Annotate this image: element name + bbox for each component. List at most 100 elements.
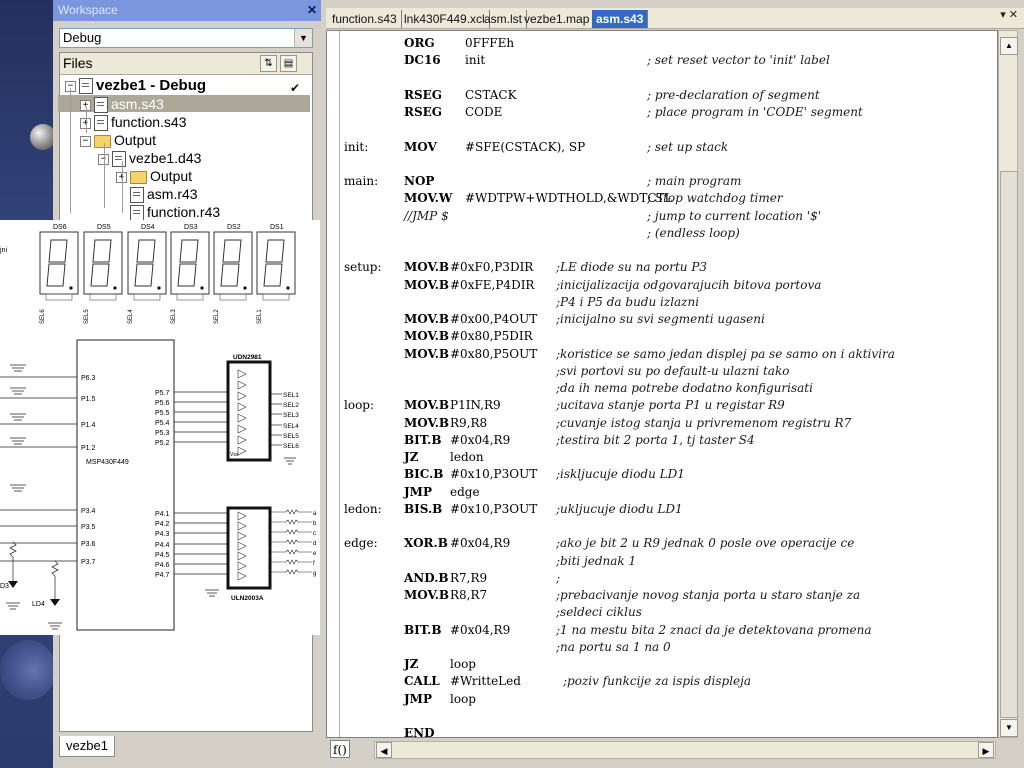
editor-window: function.s43 lnk430F449.xcl asm.lst vezb…	[326, 0, 1024, 768]
code-comment: ;da ih nema potrebe dodatno konfigurisat…	[556, 381, 813, 395]
tab-function-s43[interactable]: function.s43	[328, 10, 402, 28]
sel-output-label: SEL5	[283, 433, 299, 440]
segment-output-label: b	[313, 521, 317, 527]
code-editor[interactable]: ORG 0FFFEh DC16 init ; set reset vector to '…	[326, 30, 998, 738]
close-icon[interactable]: ✕	[307, 0, 317, 21]
led-label: LD4	[32, 601, 45, 608]
sel-output-label: SEL4	[283, 423, 299, 430]
scroll-down-icon[interactable]: ▼	[1000, 719, 1018, 737]
code-mnemonic: END	[404, 726, 435, 738]
mcu-label: MSP430F449	[86, 459, 129, 466]
tree-item-label: asm.r43	[147, 186, 198, 202]
function-navigator-button[interactable]: f()	[330, 740, 350, 758]
code-comment: ; (endless loop)	[647, 226, 740, 240]
code-operand: ledon	[450, 450, 484, 464]
vertical-scroll-thumb[interactable]	[1000, 171, 1018, 718]
code-comment: ;	[556, 571, 561, 585]
tree-connector-line	[122, 161, 123, 213]
files-header-label: Files	[63, 55, 93, 71]
file-icon	[94, 115, 108, 132]
sel-output-label: SEL6	[283, 443, 299, 450]
code-comment: ;testira bit 2 porta 1, tj taster S4	[556, 433, 755, 447]
sort-icon[interactable]: ⇅	[260, 55, 277, 72]
seven-segment-display	[213, 231, 253, 295]
code-comment: ;prebacivanje novog stanja porta u staro…	[556, 588, 861, 602]
options-icon[interactable]: ▤	[280, 55, 297, 72]
seven-segment-display	[256, 231, 296, 295]
code-label: init:	[344, 140, 369, 154]
code-mnemonic: JZ	[404, 657, 419, 671]
digit-label: DS5	[97, 224, 111, 231]
sel-label: SEL5	[84, 309, 90, 324]
workspace-titlebar: Workspace ✕	[53, 0, 321, 21]
configuration-select[interactable]: Debug ▼	[59, 28, 313, 48]
pin-label: P3.7	[81, 559, 96, 566]
pin-label: P4.2	[155, 521, 170, 528]
tree-item-label: vezbe1 - Debug	[96, 77, 207, 94]
tree-file-vezbe1-d43[interactable]: −vezbe1.d43	[98, 149, 201, 168]
ground-symbol	[10, 437, 26, 445]
tab-lnk430f449-xcl[interactable]: lnk430F449.xcl	[400, 10, 490, 28]
code-operand: R8,R7	[450, 588, 488, 602]
code-mnemonic: ORG	[404, 36, 435, 50]
file-icon	[130, 187, 144, 204]
tree-file-asm-r43[interactable]: asm.r43	[116, 185, 198, 204]
code-mnemonic: MOV.B	[404, 398, 450, 412]
code-mnemonic: MOV	[404, 140, 437, 154]
code-operand: #0x04,R9	[450, 536, 511, 550]
code-operand: loop	[450, 657, 476, 671]
led-d3	[8, 581, 18, 588]
tree-file-function-r43[interactable]: function.r43	[116, 203, 220, 222]
ground-symbol	[10, 364, 26, 372]
tree-project-vezbe1-debug[interactable]: − vezbe1 - Debug	[65, 76, 207, 95]
seven-segment-display	[39, 231, 79, 295]
file-icon	[94, 97, 108, 114]
pin-label: P4.3	[155, 531, 170, 538]
tree-folder-output-sub[interactable]: +Output	[116, 167, 192, 185]
vertical-scrollbar[interactable]: ▲ ▼	[998, 30, 1018, 738]
code-operand: P1IN,R9	[450, 398, 501, 412]
code-mnemonic: JZ	[404, 450, 419, 464]
ground-symbol	[10, 387, 26, 395]
pin-strip	[133, 293, 161, 301]
sel-label: SEL1	[257, 309, 263, 324]
code-mnemonic: MOV.W	[404, 191, 453, 205]
schematic-side-label: jni	[0, 247, 7, 254]
tree-folder-output[interactable]: − Output	[80, 131, 156, 149]
segment-output-label: g	[313, 571, 316, 577]
code-mnemonic: BIC.B	[404, 467, 444, 481]
pin-label: P1.5	[81, 396, 96, 403]
collapse-icon[interactable]: −	[80, 135, 91, 147]
tree-file-function-s43[interactable]: +function.s43	[80, 113, 187, 132]
workspace-tab-vezbe1[interactable]: vezbe1	[59, 736, 115, 757]
pin-label: P5.2	[155, 440, 170, 447]
code-mnemonic: NOP	[404, 174, 435, 188]
pin-label: P3.4	[81, 508, 96, 515]
file-icon	[112, 151, 126, 168]
tree-file-asm-s43[interactable]: + asm.s43	[80, 95, 164, 114]
code-mnemonic: JMP	[404, 692, 432, 706]
sel-label: SEL6	[40, 309, 46, 324]
tab-asm-s43[interactable]: asm.s43	[592, 10, 649, 28]
code-mnemonic: CALL	[404, 674, 440, 688]
scroll-right-icon[interactable]: ▶	[978, 742, 994, 758]
workspace-footer: vezbe1	[59, 736, 313, 760]
chevron-down-icon[interactable]: ▼	[294, 29, 312, 47]
resistor	[270, 529, 312, 535]
code-comment: ;ukljucuje diodu LD1	[556, 502, 683, 516]
code-comment: ;koristice se samo jedan displej pa se s…	[556, 347, 895, 361]
circuit-schematic-image: jni DS6 SEL6 DS5 SEL5 DS4 SEL4 DS3 SEL3 DS2 SEL2 DS…	[0, 220, 320, 635]
code-comment: ;cuvanje istog stanja u privremenom regi…	[556, 416, 852, 430]
horizontal-scrollbar[interactable]: ◀ ▶	[374, 741, 996, 759]
scroll-left-icon[interactable]: ◀	[376, 742, 392, 758]
code-mnemonic: AND.B	[404, 571, 449, 585]
code-comment: ; Stop watchdog timer	[647, 191, 783, 205]
scroll-up-icon[interactable]: ▲	[1000, 37, 1018, 55]
tab-vezbe1-map[interactable]: vezbe1.map	[520, 10, 595, 28]
code-operand: #WDTPW+WDTHOLD,&WDTCTL	[465, 191, 673, 205]
folder-icon	[94, 134, 111, 148]
tab-menu-close-icon[interactable]: ▾ ✕	[1000, 8, 1018, 21]
file-icon	[130, 205, 144, 222]
code-mnemonic: MOV.B	[404, 260, 450, 274]
resistor	[270, 519, 312, 525]
